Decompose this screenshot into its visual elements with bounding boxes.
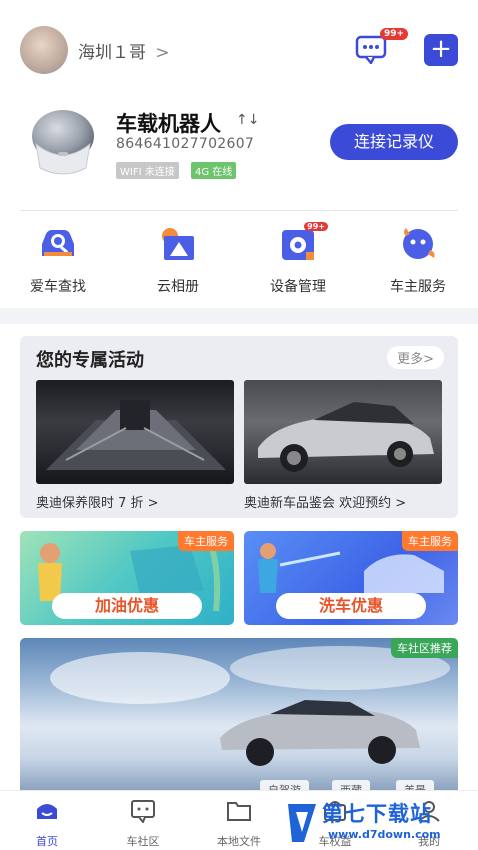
activity-image-car[interactable] xyxy=(244,380,442,484)
promo-card-wash[interactable]: 车主服务 洗车优惠 xyxy=(244,531,458,625)
home-icon xyxy=(37,804,57,819)
plus-icon: + xyxy=(430,34,452,64)
owner-service-icon xyxy=(396,224,440,264)
add-button[interactable]: + xyxy=(424,34,458,66)
wifi-status-badge: WIFI 未连接 xyxy=(116,162,179,179)
tab-home[interactable]: 首页 xyxy=(2,799,92,849)
quicknav-car-search[interactable]: 爱车查找 xyxy=(8,220,108,296)
engine-image xyxy=(46,400,226,470)
avatar[interactable] xyxy=(20,26,68,74)
connect-recorder-button[interactable]: 连接记录仪 xyxy=(330,124,458,160)
tab-label: 首页 xyxy=(36,835,58,848)
more-button[interactable]: 更多> xyxy=(387,346,444,369)
quick-nav: 爱车查找 云相册 99+ 设备管理 车主服务 xyxy=(0,220,478,300)
quicknav-label: 车主服务 xyxy=(390,279,446,295)
device-manage-badge: 99+ xyxy=(304,222,328,231)
watermark-logo-icon xyxy=(288,804,316,842)
community-banner[interactable]: 车社区推荐 自驾游 西藏 美景 xyxy=(20,638,458,798)
device-manage-icon: 99+ xyxy=(276,222,328,264)
robot-device-icon xyxy=(32,110,94,175)
activity-caption[interactable]: 奥迪保养限时 7 折 > xyxy=(36,492,159,511)
tab-label: 车社区 xyxy=(126,835,160,848)
tab-community[interactable]: 车社区 xyxy=(98,799,188,849)
activity-section: 您的专属活动 更多> 奥迪保养限时 7 折 > 奥迪新车品鉴会 欢迎预约 > xyxy=(20,336,458,518)
watermark-url: www.d7down.com xyxy=(328,828,441,841)
promo-card-fuel[interactable]: 车主服务 加油优惠 xyxy=(20,531,234,625)
quicknav-device-manage[interactable]: 99+ 设备管理 xyxy=(248,220,348,296)
car-search-icon xyxy=(36,224,80,264)
activity-title: 您的专属活动 xyxy=(36,350,144,371)
community-icon xyxy=(131,800,155,824)
promo-tag: 车主服务 xyxy=(178,531,234,551)
device-name: 车载机器人 xyxy=(116,112,221,136)
activity-image-engine[interactable] xyxy=(36,380,234,484)
community-recommend-tag: 车社区推荐 xyxy=(391,638,458,658)
network-status-badge: 4G 在线 xyxy=(191,162,237,179)
quicknav-label: 设备管理 xyxy=(270,279,326,295)
promo-tag: 车主服务 xyxy=(402,531,458,551)
user-name: 海圳１哥 xyxy=(78,43,146,63)
fuel-discount-button[interactable]: 加油优惠 xyxy=(52,593,202,619)
cloud-album-icon xyxy=(156,224,200,264)
quicknav-cloud-album[interactable]: 云相册 xyxy=(128,220,228,296)
header: 海圳１哥 > 99+ + xyxy=(0,0,478,100)
quicknav-label: 云相册 xyxy=(157,279,199,295)
signal-icon: ↑↓ xyxy=(236,112,260,128)
device-id: 864641027702607 xyxy=(116,136,255,152)
quicknav-label: 爱车查找 xyxy=(30,279,86,295)
divider xyxy=(20,210,458,211)
silver-car-image xyxy=(258,402,434,472)
activity-caption[interactable]: 奥迪新车品鉴会 欢迎预约 > xyxy=(244,492,406,511)
tab-local-files[interactable]: 本地文件 xyxy=(194,799,284,849)
tab-label: 本地文件 xyxy=(217,835,261,848)
watermark-title: 第七下载站 xyxy=(322,802,432,826)
chevron-right-icon: > xyxy=(155,43,170,63)
section-divider xyxy=(0,308,478,324)
device-card: 车载机器人 ↑↓ 864641027702607 WIFI 未连接 4G 在线 … xyxy=(0,100,478,212)
quicknav-owner-service[interactable]: 车主服务 xyxy=(368,220,468,296)
message-badge: 99+ xyxy=(380,28,409,40)
site-watermark: 第七下载站 www.d7down.com xyxy=(282,796,478,850)
folder-icon xyxy=(227,802,251,821)
user-name-link[interactable]: 海圳１哥 > xyxy=(78,38,170,63)
suv-banner-image xyxy=(50,646,450,766)
wash-discount-button[interactable]: 洗车优惠 xyxy=(276,593,426,619)
